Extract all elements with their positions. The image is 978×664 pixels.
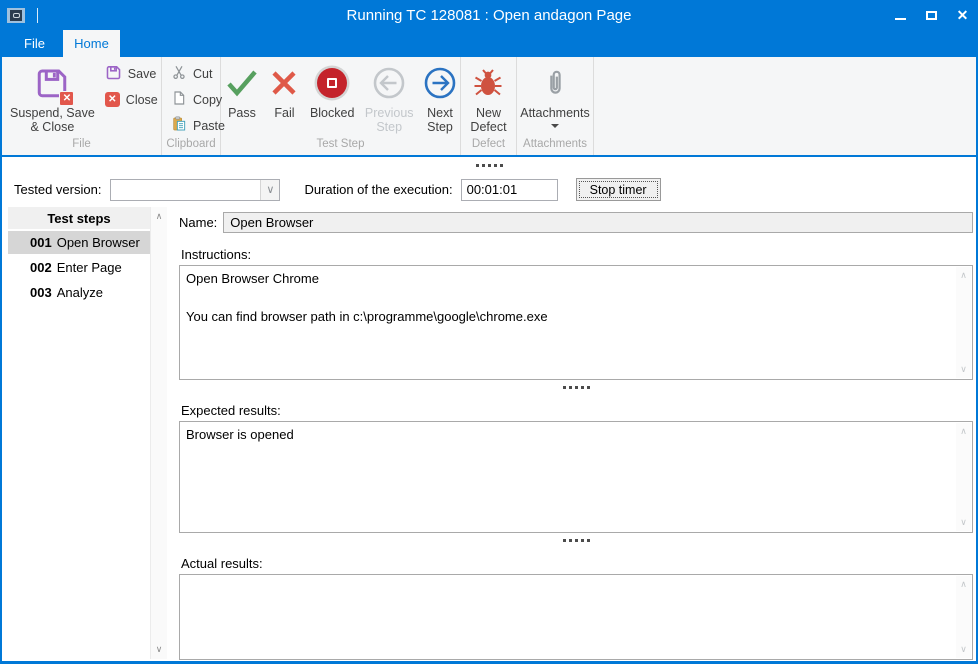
step-item-003[interactable]: 003 Analyze xyxy=(8,281,150,304)
step-item-001[interactable]: 001 Open Browser xyxy=(8,231,150,254)
new-defect-button[interactable]: New Defect xyxy=(470,57,506,138)
tab-home[interactable]: Home xyxy=(63,30,120,57)
tested-version-combobox[interactable]: ∨ xyxy=(110,179,280,201)
stop-circle-icon xyxy=(317,68,347,98)
expected-scrollbar[interactable]: ∧ ∨ xyxy=(956,423,971,531)
check-icon xyxy=(225,62,259,104)
chevron-down-icon: ∨ xyxy=(266,183,274,196)
instructions-scrollbar[interactable]: ∧ ∨ xyxy=(956,267,971,378)
group-label-file: File xyxy=(2,138,161,155)
ribbon-group-attachments: Attachments Attachments xyxy=(517,57,594,155)
splitter-handle[interactable] xyxy=(179,386,973,389)
steps-scrollbar[interactable]: ∧ ∨ xyxy=(150,207,167,659)
combobox-dropdown-button[interactable]: ∨ xyxy=(260,180,279,200)
close-ribbon-button[interactable]: ✕ Close xyxy=(105,91,158,108)
paperclip-icon xyxy=(544,62,566,104)
execution-toolbar: Tested version: ∨ Duration of the execut… xyxy=(2,157,976,205)
test-steps-panel: Test steps 001 Open Browser 002 Enter Pa… xyxy=(8,207,168,662)
fail-button[interactable]: Fail xyxy=(269,57,299,138)
instructions-label: Instructions: xyxy=(181,247,973,262)
pass-button[interactable]: Pass xyxy=(225,57,259,138)
scissors-icon xyxy=(171,64,187,83)
x-mark-icon xyxy=(269,62,299,104)
scroll-up-icon[interactable]: ∧ xyxy=(960,267,967,284)
duration-input[interactable] xyxy=(461,179,558,201)
floppy-disk-x-icon: ✕ xyxy=(34,62,70,104)
save-button[interactable]: Save xyxy=(105,65,158,82)
ribbon-group-clipboard: Cut Copy xyxy=(162,57,221,155)
actual-scrollbar[interactable]: ∧ ∨ xyxy=(956,576,971,658)
actual-results-label: Actual results: xyxy=(181,556,973,571)
instructions-box: Open Browser Chrome You can find browser… xyxy=(179,265,973,380)
window-title: Running TC 128081 : Open andagon Page xyxy=(0,7,978,24)
splitter-handle[interactable] xyxy=(179,539,973,542)
scroll-down-icon[interactable]: ∨ xyxy=(156,640,163,659)
red-x-icon: ✕ xyxy=(105,92,120,107)
duration-label: Duration of the execution: xyxy=(304,182,452,197)
expected-results-box: Browser is opened ∧ ∨ xyxy=(179,421,973,533)
stop-timer-button[interactable]: Stop timer xyxy=(576,178,661,201)
ribbon-group-file: ✕ Suspend, Save & Close Save xyxy=(2,57,162,155)
step-detail: Name: Instructions: Open Browser Chrome … xyxy=(179,205,973,662)
app-window: Running TC 128081 : Open andagon Page ✕ … xyxy=(0,0,978,664)
copy-document-icon xyxy=(171,90,187,109)
scroll-up-icon[interactable]: ∧ xyxy=(156,207,163,226)
ribbon-group-defect: New Defect Defect xyxy=(461,57,517,155)
expected-results-textarea[interactable]: Browser is opened xyxy=(180,422,955,532)
actual-results-box: ∧ ∨ xyxy=(179,574,973,660)
suspend-save-close-button[interactable]: ✕ Suspend, Save & Close xyxy=(10,57,95,138)
name-label: Name: xyxy=(179,215,217,230)
scroll-up-icon[interactable]: ∧ xyxy=(960,423,967,440)
expected-results-label: Expected results: xyxy=(181,403,973,418)
attachments-button[interactable]: Attachments xyxy=(520,57,589,138)
clipboard-icon xyxy=(171,116,187,135)
title-bar: Running TC 128081 : Open andagon Page ✕ xyxy=(0,0,978,30)
ribbon-group-test-step: Pass Fail Blocked xyxy=(221,57,461,155)
step-name-input[interactable] xyxy=(223,212,973,233)
main-area: Test steps 001 Open Browser 002 Enter Pa… xyxy=(2,205,976,662)
test-steps-header: Test steps xyxy=(8,207,150,229)
bug-icon xyxy=(472,62,504,104)
dropdown-caret-icon xyxy=(551,124,559,128)
group-label-attachments: Attachments xyxy=(517,138,593,155)
actual-results-textarea[interactable] xyxy=(180,575,955,659)
group-label-defect: Defect xyxy=(461,138,516,155)
circle-arrow-right-icon xyxy=(424,62,456,104)
scroll-down-icon[interactable]: ∨ xyxy=(960,514,967,531)
scroll-down-icon[interactable]: ∨ xyxy=(960,641,967,658)
red-x-badge-icon: ✕ xyxy=(59,91,74,106)
splitter-handle[interactable] xyxy=(2,164,976,167)
scroll-down-icon[interactable]: ∨ xyxy=(960,361,967,378)
cut-button[interactable]: Cut xyxy=(171,65,225,82)
tested-version-label: Tested version: xyxy=(14,182,101,197)
tested-version-value xyxy=(111,180,260,200)
scroll-up-icon[interactable]: ∧ xyxy=(960,576,967,593)
step-item-002[interactable]: 002 Enter Page xyxy=(8,256,150,279)
group-label-test-step: Test Step xyxy=(221,138,460,155)
copy-button[interactable]: Copy xyxy=(171,91,225,108)
next-step-button[interactable]: Next Step xyxy=(424,57,456,138)
test-steps-list: Test steps 001 Open Browser 002 Enter Pa… xyxy=(8,207,150,662)
paste-button[interactable]: Paste xyxy=(171,117,225,134)
ribbon-tab-row: File Home xyxy=(0,30,978,57)
previous-step-button[interactable]: Previous Step xyxy=(365,57,414,138)
ribbon: ✕ Suspend, Save & Close Save xyxy=(0,57,978,157)
instructions-textarea[interactable]: Open Browser Chrome You can find browser… xyxy=(180,266,955,379)
circle-arrow-left-icon xyxy=(373,62,405,104)
tab-file[interactable]: File xyxy=(6,30,63,57)
group-label-clipboard: Clipboard xyxy=(162,138,220,155)
floppy-disk-icon xyxy=(105,64,122,84)
blocked-button[interactable]: Blocked xyxy=(310,57,354,138)
